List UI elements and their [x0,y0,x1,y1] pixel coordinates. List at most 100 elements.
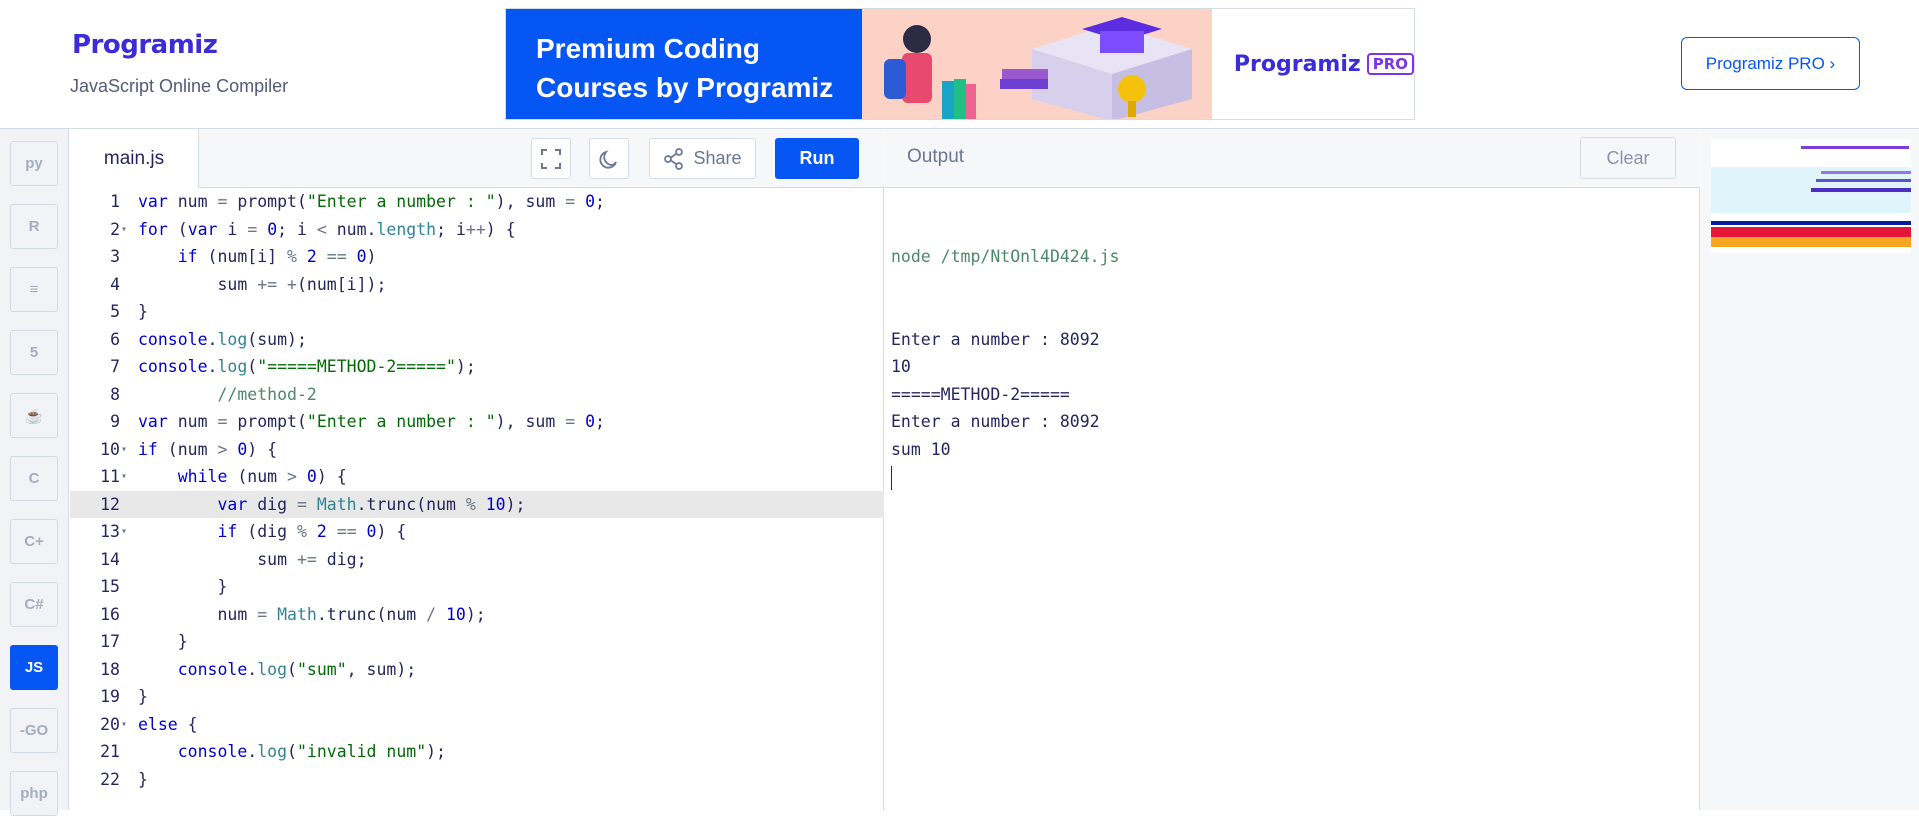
language-php-button[interactable]: php [10,771,58,816]
line-number: 15 [100,577,120,596]
line-number: 18 [100,659,120,679]
javascript-icon: JS [24,659,44,676]
clear-button[interactable]: Clear [1580,137,1676,179]
code-text: else { [138,714,198,734]
dark-mode-button[interactable] [589,138,629,179]
language-javascript-button[interactable]: JS [10,645,58,690]
java-icon: ☕ [24,407,44,425]
fullscreen-icon [541,148,561,169]
code-line[interactable]: 10 ▾ if (num > 0) { [70,436,884,464]
banner-illustration [861,9,1212,119]
share-label: Share [693,148,742,168]
line-number: 10 [100,439,120,459]
line-number: 5 [110,302,120,321]
line-number: 17 [100,632,120,651]
code-line[interactable]: 7 console.log("=====METHOD-2====="); [70,353,884,381]
code-line[interactable]: 4 sum += +(num[i]); [70,271,884,299]
code-text: console.log("invalid num"); [177,742,446,761]
code-text: sum += +(num[i]); [138,274,387,294]
code-line[interactable]: 13 ▾ if (dig % 2 == 0) { [70,518,884,546]
line-number: 16 [100,604,120,624]
language-csharp-button[interactable]: C# [10,582,58,627]
code-editor-panel: main.js Share Run 1 var num = prompt("Ent… [70,129,884,810]
promo-banner[interactable]: Premium Coding Courses by Programiz Prog… [505,8,1415,120]
code-text: } [138,769,148,789]
line-number: 1 [110,192,120,211]
code-text: var dig = Math.trunc(num % 10); [217,494,526,514]
banner-pro-tag: PRO [1366,53,1414,75]
line-number: 19 [100,687,120,706]
code-line[interactable]: 11 ▾ while (num > 0) { [70,463,884,491]
run-button[interactable]: Run [775,138,859,179]
code-text: if (num[i] % 2 == 0) [177,247,377,266]
line-number: 8 [110,384,120,404]
code-line[interactable]: 6 console.log(sum); [70,326,884,354]
fold-arrow-icon[interactable]: ▾ [121,216,131,244]
line-number: 14 [100,549,120,569]
output-caret [891,463,1119,491]
code-line[interactable]: 15 } [70,573,884,601]
code-line[interactable]: 20 ▾ else { [70,711,884,739]
code-line[interactable]: 12 var dig = Math.trunc(num % 10); [70,490,884,518]
code-line[interactable]: 22} [70,766,884,794]
fold-arrow-icon[interactable]: ▾ [121,463,131,491]
fullscreen-button[interactable] [531,138,571,179]
line-number: 6 [110,329,120,349]
language-r-button[interactable]: R [10,204,58,249]
language-go-button[interactable]: -GO [10,708,58,753]
language-sql-button[interactable]: ≡ [10,267,58,312]
code-line[interactable]: 17 } [70,628,884,656]
code-area[interactable]: 1 var num = prompt("Enter a number : "), … [70,188,884,810]
code-line[interactable]: 8 //method-2 [70,381,884,409]
language-python-button[interactable]: py [10,141,58,186]
language-html-button[interactable]: 5 [10,330,58,375]
output-line: =====METHOD-2===== [891,384,1070,404]
line-number: 20 [100,714,120,734]
fold-arrow-icon[interactable]: ▾ [121,436,131,464]
code-line[interactable]: 18 console.log("sum", sum); [70,656,884,684]
share-button[interactable]: Share [649,138,756,179]
output-line: 10 [891,357,911,376]
programiz-logo[interactable]: Programiz [72,30,218,60]
r-icon: R [28,218,40,235]
code-line[interactable]: 1 var num = prompt("Enter a number : "), … [70,188,884,216]
output-console[interactable]: node /tmp/NtOnl4D424.js Enter a number :… [891,188,1119,491]
code-line[interactable]: 21 console.log("invalid num"); [70,738,884,766]
code-line[interactable]: 16 num = Math.trunc(num / 10); [70,601,884,629]
code-text: if (num > 0) { [138,439,278,459]
ad-thumbnail-graphic [1711,139,1911,253]
editor-toolbar: main.js Share Run [70,129,884,188]
language-java-button[interactable]: ☕ [10,393,58,438]
code-line[interactable]: 2 ▾ for (var i = 0; i < num.length; i++) { [70,216,884,244]
code-line[interactable]: 19} [70,683,884,711]
code-text: for (var i = 0; i < num.length; i++) { [138,219,516,239]
line-number: 11 [100,467,120,486]
code-text: sum += dig; [138,549,367,569]
code-line[interactable]: 14 sum += dig; [70,546,884,574]
code-line[interactable]: 5} [70,298,884,326]
ad-thumbnail[interactable] [1711,139,1911,253]
tab-main-js[interactable]: main.js [70,129,199,188]
go-icon: -GO [19,722,49,739]
code-text: console.log("sum", sum); [177,659,417,679]
fold-arrow-icon[interactable]: ▾ [121,518,131,546]
code-text: } [138,302,148,321]
c-icon: C [28,470,40,487]
code-line[interactable]: 3 if (num[i] % 2 == 0) [70,243,884,271]
programiz-pro-button[interactable]: Programiz PRO › [1681,37,1860,90]
output-panel: Output Clear node /tmp/NtOnl4D424.js Ent… [885,129,1700,810]
fold-arrow-icon[interactable]: ▾ [121,711,131,739]
language-cpp-button[interactable]: C+ [10,519,58,564]
php-icon: php [20,785,48,802]
code-line[interactable]: 9 var num = prompt("Enter a number : "), … [70,408,884,436]
line-number: 2 [110,219,120,239]
code-text: while (num > 0) { [177,467,347,486]
line-number: 7 [110,357,120,376]
language-c-button[interactable]: C [10,456,58,501]
page-subtitle: JavaScript Online Compiler [70,76,289,96]
banner-brand: Programiz PRO [1211,9,1414,119]
code-text: } [138,632,188,651]
banner-brand-name: Programiz [1233,51,1361,77]
language-sidebar: py R ≡ 5 ☕ C C+ C# JS -GO php [0,129,69,816]
output-line: sum 10 [891,439,951,459]
